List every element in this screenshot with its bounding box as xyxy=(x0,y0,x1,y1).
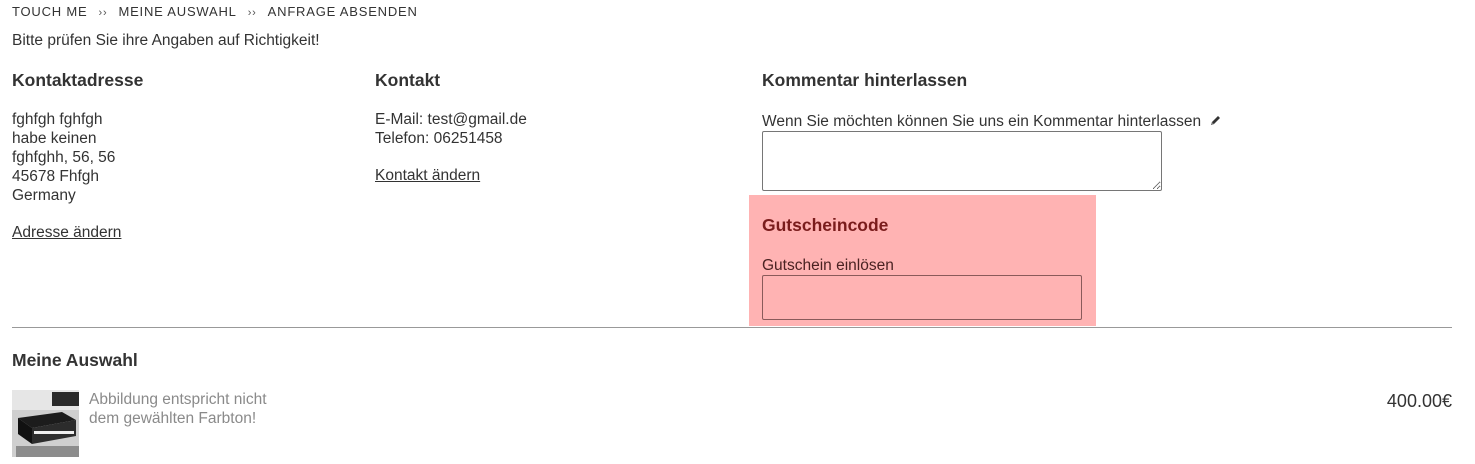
voucher-input[interactable] xyxy=(762,275,1082,320)
comment-textarea[interactable] xyxy=(762,131,1162,191)
address-line-country: Germany xyxy=(12,187,76,204)
breadcrumb: TOUCH ME ›› MEINE AUSWAHL ›› ANFRAGE ABSENDE… xyxy=(12,4,418,19)
voucher-label: Gutschein einlösen xyxy=(762,257,894,274)
contact-phone: Telefon: 06251458 xyxy=(375,130,503,147)
breadcrumb-separator: ›› xyxy=(247,7,257,19)
pencil-icon xyxy=(1209,113,1222,132)
address-line-street: fghfghh, 56, 56 xyxy=(12,149,116,166)
breadcrumb-touch-me[interactable]: TOUCH ME xyxy=(12,4,88,19)
contact-block: E-Mail: test@gmail.de Telefon: 06251458 xyxy=(375,110,527,148)
product-price: 400.00€ xyxy=(1386,391,1452,411)
breadcrumb-anfrage-absenden[interactable]: ANFRAGE ABSENDEN xyxy=(268,4,418,19)
product-image xyxy=(12,390,79,457)
comment-title: Kommentar hinterlassen xyxy=(762,70,968,90)
product-description-line: dem gewählten Farbton! xyxy=(89,410,257,427)
address-line-company: habe keinen xyxy=(12,130,97,147)
comment-label: Wenn Sie möchten können Sie uns ein Komm… xyxy=(762,112,1222,132)
product-description-line: Abbildung entspricht nicht xyxy=(89,391,267,408)
address-line-name: fghfgh fghfgh xyxy=(12,111,103,128)
verification-notice: Bitte prüfen Sie ihre Angaben auf Richti… xyxy=(12,32,320,49)
comment-label-text: Wenn Sie möchten können Sie uns ein Komm… xyxy=(762,113,1202,130)
breadcrumb-separator: ›› xyxy=(98,7,108,19)
contact-address-title: Kontaktadresse xyxy=(12,70,144,90)
section-divider xyxy=(12,327,1452,328)
change-address-link[interactable]: Adresse ändern xyxy=(12,224,121,242)
selection-title: Meine Auswahl xyxy=(12,350,138,370)
voucher-title: Gutscheincode xyxy=(762,215,889,235)
address-line-city: 45678 Fhfgh xyxy=(12,168,100,185)
product-description: Abbildung entspricht nicht dem gewählten… xyxy=(89,390,267,428)
change-contact-link[interactable]: Kontakt ändern xyxy=(375,167,480,185)
contact-email: E-Mail: test@gmail.de xyxy=(375,111,527,128)
contact-address-block: fghfgh fghfgh habe keinen fghfghh, 56, 5… xyxy=(12,110,115,205)
breadcrumb-meine-auswahl[interactable]: MEINE AUSWAHL xyxy=(118,4,236,19)
product-thumbnail[interactable] xyxy=(12,390,79,457)
contact-title: Kontakt xyxy=(375,70,441,90)
